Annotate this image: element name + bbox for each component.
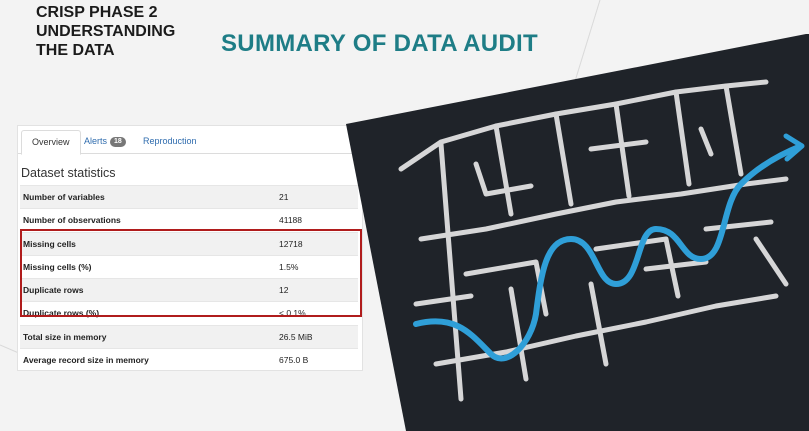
maze-image: [346, 34, 809, 431]
table-row: Average record size in memory 675.0 B: [20, 348, 358, 371]
tab-reproduction-label: Reproduction: [143, 136, 197, 146]
tab-overview-label: Overview: [32, 137, 70, 147]
tab-alerts[interactable]: Alerts 18: [84, 130, 126, 153]
tab-bar: Overview Alerts 18 Reproduction: [18, 126, 362, 155]
row-label: Average record size in memory: [23, 355, 149, 366]
tab-overview[interactable]: Overview: [21, 130, 81, 155]
row-label: Total size in memory: [23, 331, 107, 342]
section-title: Dataset statistics: [21, 166, 116, 180]
table-row: Number of variables 21: [20, 185, 358, 209]
table-row: Total size in memory 26.5 MiB: [20, 324, 358, 349]
row-value: 675.0 B: [279, 355, 309, 366]
highlight-box: [20, 229, 362, 317]
tab-alerts-label: Alerts: [84, 136, 108, 146]
row-label: Number of variables: [23, 192, 105, 202]
tab-reproduction[interactable]: Reproduction: [143, 130, 197, 153]
row-value: 21: [279, 192, 289, 202]
slide-heading: CRISP PHASE 2 UNDERSTANDING THE DATA: [36, 4, 176, 59]
row-value: 26.5 MiB: [279, 331, 313, 342]
alerts-count-badge: 18: [110, 137, 126, 147]
